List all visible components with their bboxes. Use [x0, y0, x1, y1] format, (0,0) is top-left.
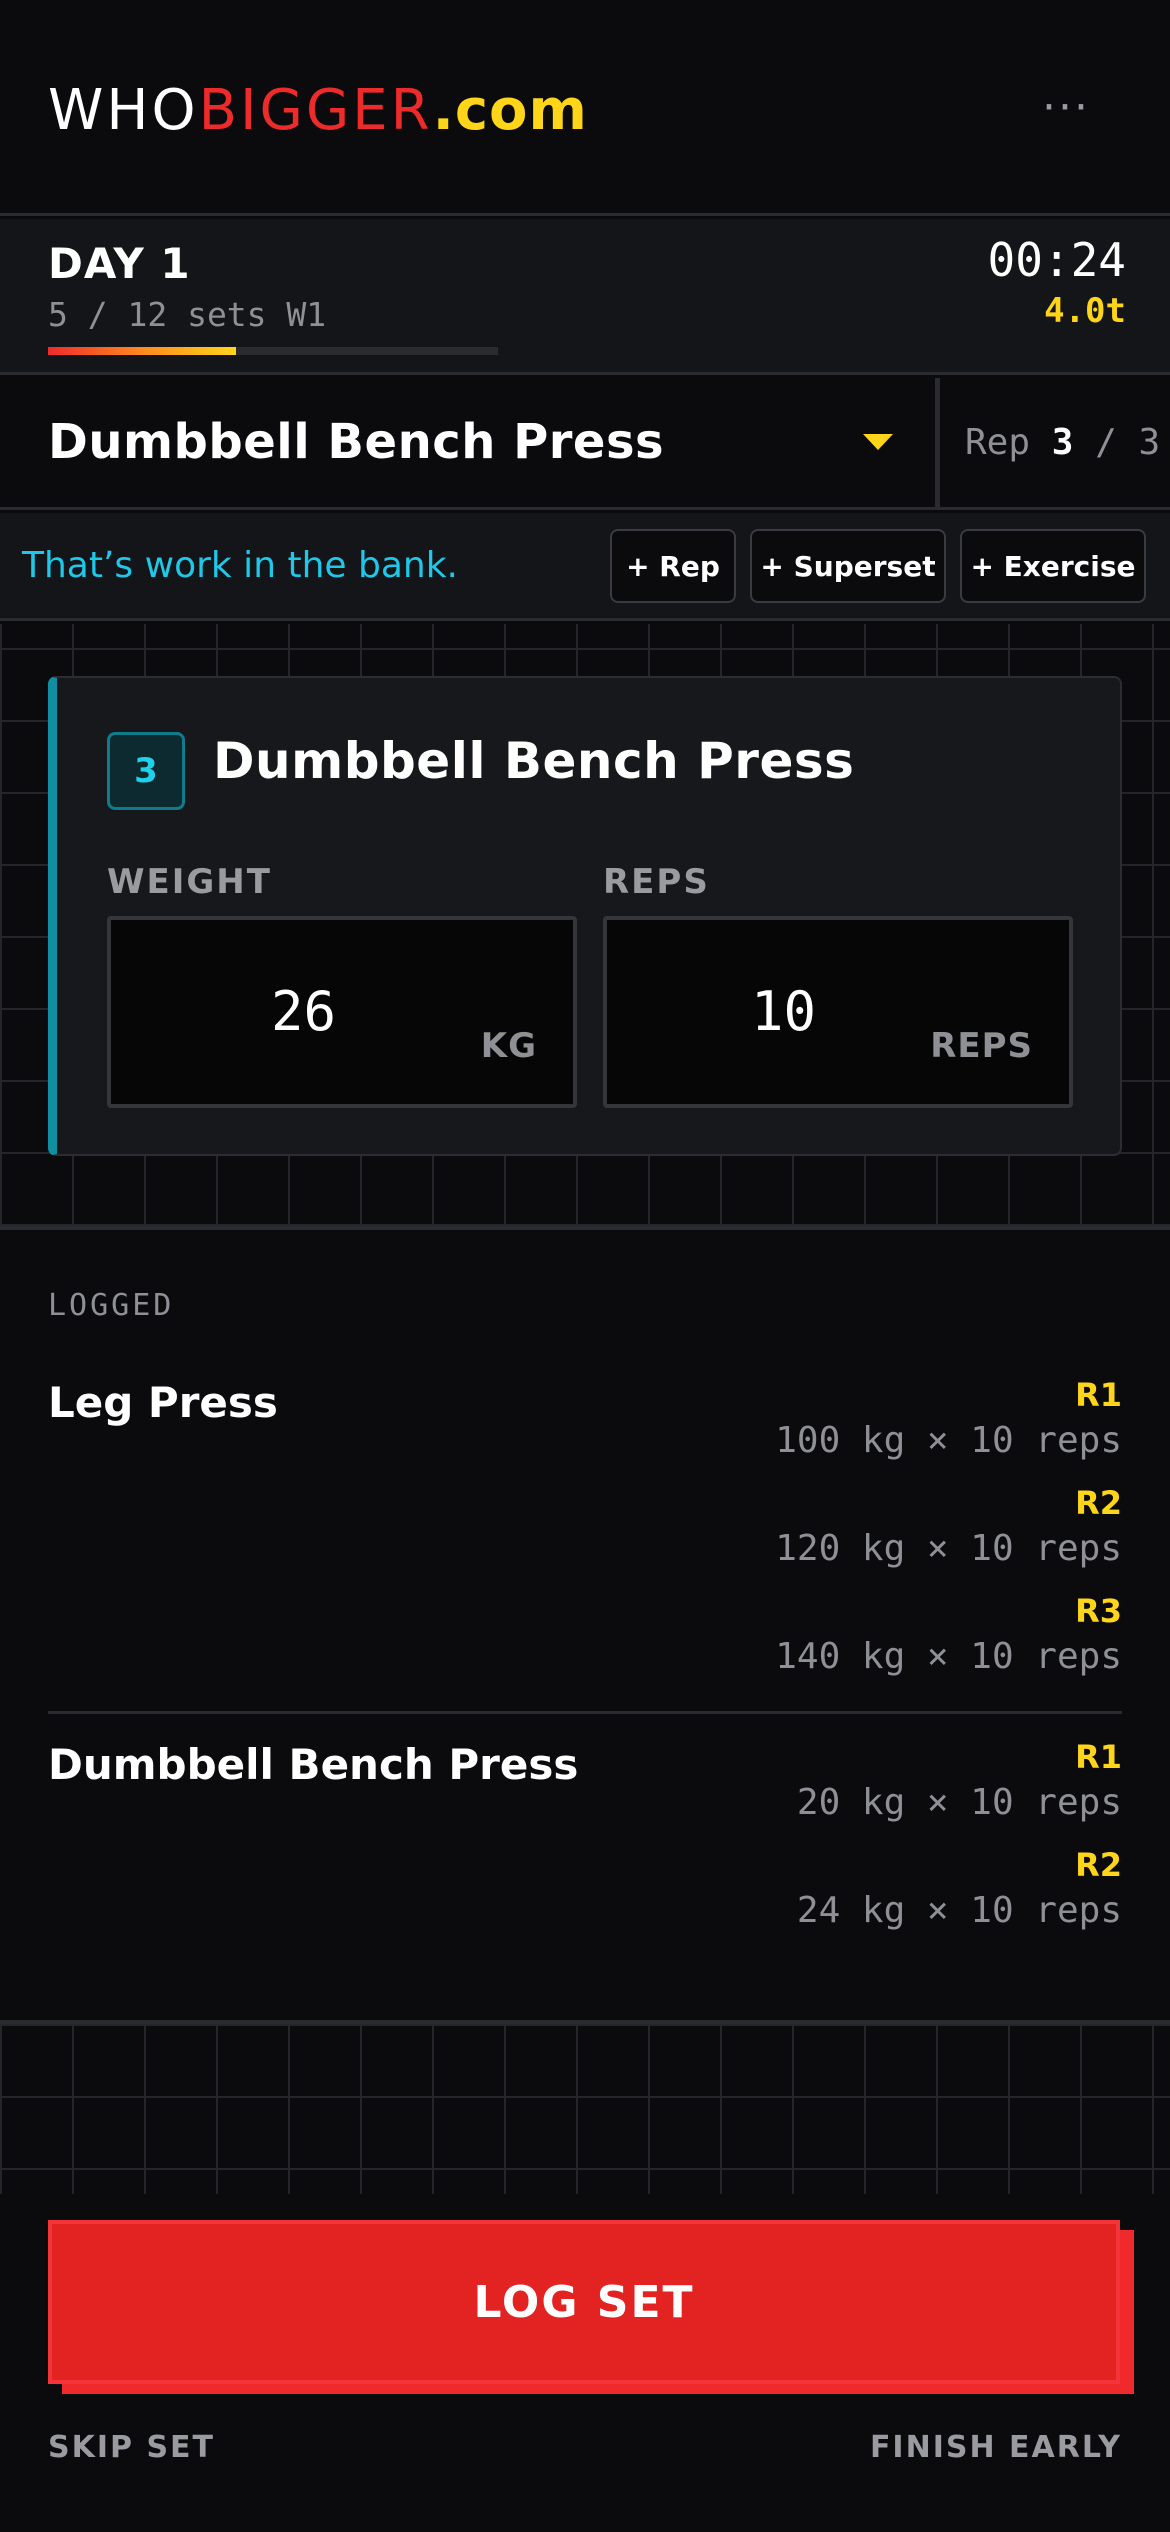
caret-down-icon: [863, 434, 893, 450]
logged-set-row: R2 120 kg × 10 reps: [775, 1482, 1122, 1590]
total-tonnage: 4.0t: [1044, 291, 1126, 331]
logged-exercise-group: Dumbbell Bench Press R1 20 kg × 10 reps …: [48, 1736, 1122, 1976]
logged-exercise-group: Leg Press R1 100 kg × 10 reps R2 120 kg …: [48, 1374, 1122, 1714]
app-header: WHOBIGGER.com ···: [0, 0, 1170, 216]
logged-set-row: R1 20 kg × 10 reps: [797, 1736, 1122, 1844]
weight-unit: KG: [480, 1026, 537, 1066]
logged-exercise-name: Dumbbell Bench Press: [48, 1740, 579, 1789]
add-exercise-button[interactable]: + Exercise: [960, 529, 1146, 603]
logged-sets-list: R1 20 kg × 10 reps R2 24 kg × 10 reps: [797, 1736, 1122, 1952]
rep-total: 3: [1138, 422, 1161, 463]
logged-set-round: R2: [1075, 1484, 1122, 1522]
log-set-button[interactable]: LOG SET: [48, 2220, 1120, 2384]
sets-progress-text: 5 / 12 sets W1: [48, 295, 327, 334]
sets-progress-fill: [48, 347, 236, 355]
logged-section: LOGGED Leg Press R1 100 kg × 10 reps R2 …: [0, 1234, 1170, 2020]
logged-set-round: R2: [1075, 1846, 1122, 1884]
skip-set-button[interactable]: SKIP SET: [48, 2430, 215, 2465]
set-number-badge: 3: [107, 732, 185, 810]
logged-set-round: R1: [1075, 1738, 1122, 1776]
current-set-card: 3 Dumbbell Bench Press WEIGHT REPS 26 KG…: [48, 676, 1122, 1156]
logged-set-detail: 100 kg × 10 reps: [775, 1420, 1122, 1461]
add-rep-button[interactable]: + Rep: [610, 529, 736, 603]
logged-sets-list: R1 100 kg × 10 reps R2 120 kg × 10 reps …: [775, 1374, 1122, 1698]
action-bar: That’s work in the bank. + Rep + Superse…: [0, 513, 1170, 621]
rep-separator: /: [1095, 422, 1117, 463]
logged-set-row: R3 140 kg × 10 reps: [775, 1590, 1122, 1698]
exercise-dropdown[interactable]: Dumbbell Bench Press: [0, 378, 940, 507]
logged-set-detail: 24 kg × 10 reps: [796, 1890, 1122, 1931]
exercise-bar: Dumbbell Bench Press Rep 3 / 3: [0, 378, 1170, 510]
workout-timer: 00:24: [987, 233, 1126, 287]
logged-title: LOGGED: [48, 1288, 175, 1323]
exercise-name: Dumbbell Bench Press: [48, 414, 665, 470]
reps-input[interactable]: 10 REPS: [603, 916, 1073, 1108]
logo-part-domain: .com: [432, 78, 588, 143]
set-card-title: Dumbbell Bench Press: [213, 732, 855, 790]
more-dots-icon[interactable]: ···: [1042, 86, 1090, 130]
logged-exercise-name: Leg Press: [48, 1378, 278, 1427]
rep-current: 3: [1051, 422, 1074, 463]
logged-set-round: R3: [1075, 1592, 1122, 1630]
grid-backdrop-bottom: [0, 2020, 1170, 2194]
logged-set-detail: 20 kg × 10 reps: [796, 1782, 1122, 1823]
weight-value: 26: [271, 980, 337, 1043]
logo-part-who: WHO: [48, 78, 199, 143]
finish-early-button[interactable]: FINISH EARLY: [870, 2430, 1122, 2465]
rep-label: Rep: [965, 422, 1031, 463]
reps-label: REPS: [603, 862, 710, 902]
logged-set-detail: 140 kg × 10 reps: [775, 1636, 1122, 1677]
bottom-actions: LOG SET SKIP SET FINISH EARLY: [0, 2194, 1170, 2532]
add-superset-button[interactable]: + Superset: [750, 529, 946, 603]
logged-set-round: R1: [1075, 1376, 1122, 1414]
logged-set-row: R1 100 kg × 10 reps: [775, 1374, 1122, 1482]
rep-counter: Rep 3 / 3: [965, 422, 1160, 463]
day-title: DAY 1: [48, 239, 191, 288]
logo-part-bigger: BIGGER: [198, 78, 433, 143]
reps-value: 10: [751, 980, 817, 1043]
logged-set-detail: 120 kg × 10 reps: [775, 1528, 1122, 1569]
day-progress-bar: DAY 1 5 / 12 sets W1 00:24 4.0t: [0, 219, 1170, 375]
sets-progress-track: [48, 347, 498, 355]
weight-input[interactable]: 26 KG: [107, 916, 577, 1108]
brand-logo[interactable]: WHOBIGGER.com: [48, 78, 588, 143]
feedback-message: That’s work in the bank.: [22, 545, 458, 586]
weight-label: WEIGHT: [107, 862, 272, 902]
logged-set-row: R2 24 kg × 10 reps: [797, 1844, 1122, 1952]
reps-unit: REPS: [930, 1026, 1033, 1066]
